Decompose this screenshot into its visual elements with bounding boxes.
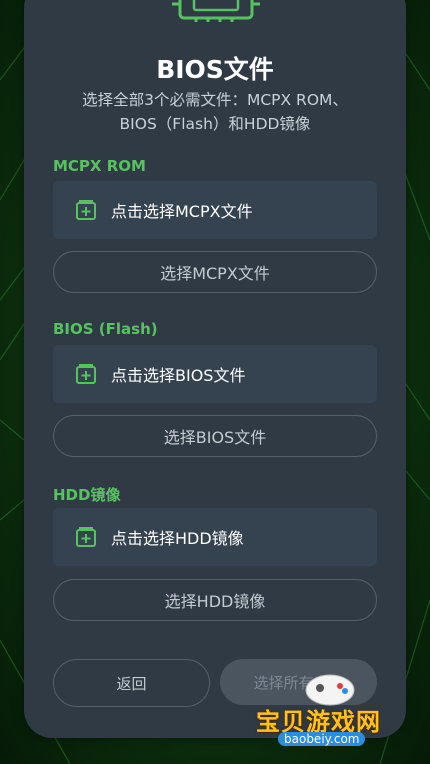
hdd-file-picker[interactable]: 点击选择HDD镜像 (53, 508, 377, 566)
section-label-mcpx: MCPX ROM (53, 157, 146, 175)
dialog-subtitle: 选择全部3个必需文件：MCPX ROM、 BIOS（Flash）和HDD镜像 (60, 88, 370, 136)
section-label-bios: BIOS (Flash) (53, 320, 158, 338)
dialog-title: BIOS文件 (156, 55, 274, 84)
select-mcpx-button[interactable]: 选择MCPX文件 (53, 251, 377, 293)
subtitle-line-2: BIOS（Flash）和HDD镜像 (119, 115, 311, 133)
back-button[interactable]: 返回 (53, 659, 210, 707)
add-file-icon (76, 200, 96, 220)
section-label-hdd: HDD镜像 (53, 486, 121, 504)
add-file-icon (76, 364, 96, 384)
chip-icon (172, 0, 260, 22)
subtitle-line-1: 选择全部3个必需文件：MCPX ROM、 (82, 91, 348, 109)
bios-file-picker[interactable]: 点击选择BIOS文件 (53, 345, 377, 403)
watermark: 宝贝游戏网 baobeiy.com (248, 668, 418, 758)
select-bios-button[interactable]: 选择BIOS文件 (53, 415, 377, 457)
mcpx-file-picker[interactable]: 点击选择MCPX文件 (53, 181, 377, 239)
hdd-picker-text: 点击选择HDD镜像 (111, 529, 244, 548)
select-hdd-button[interactable]: 选择HDD镜像 (53, 579, 377, 621)
watermark-url: baobeiy.com (278, 732, 366, 746)
add-file-icon (76, 527, 96, 547)
bios-picker-text: 点击选择BIOS文件 (111, 366, 246, 385)
mcpx-picker-text: 点击选择MCPX文件 (111, 202, 253, 221)
